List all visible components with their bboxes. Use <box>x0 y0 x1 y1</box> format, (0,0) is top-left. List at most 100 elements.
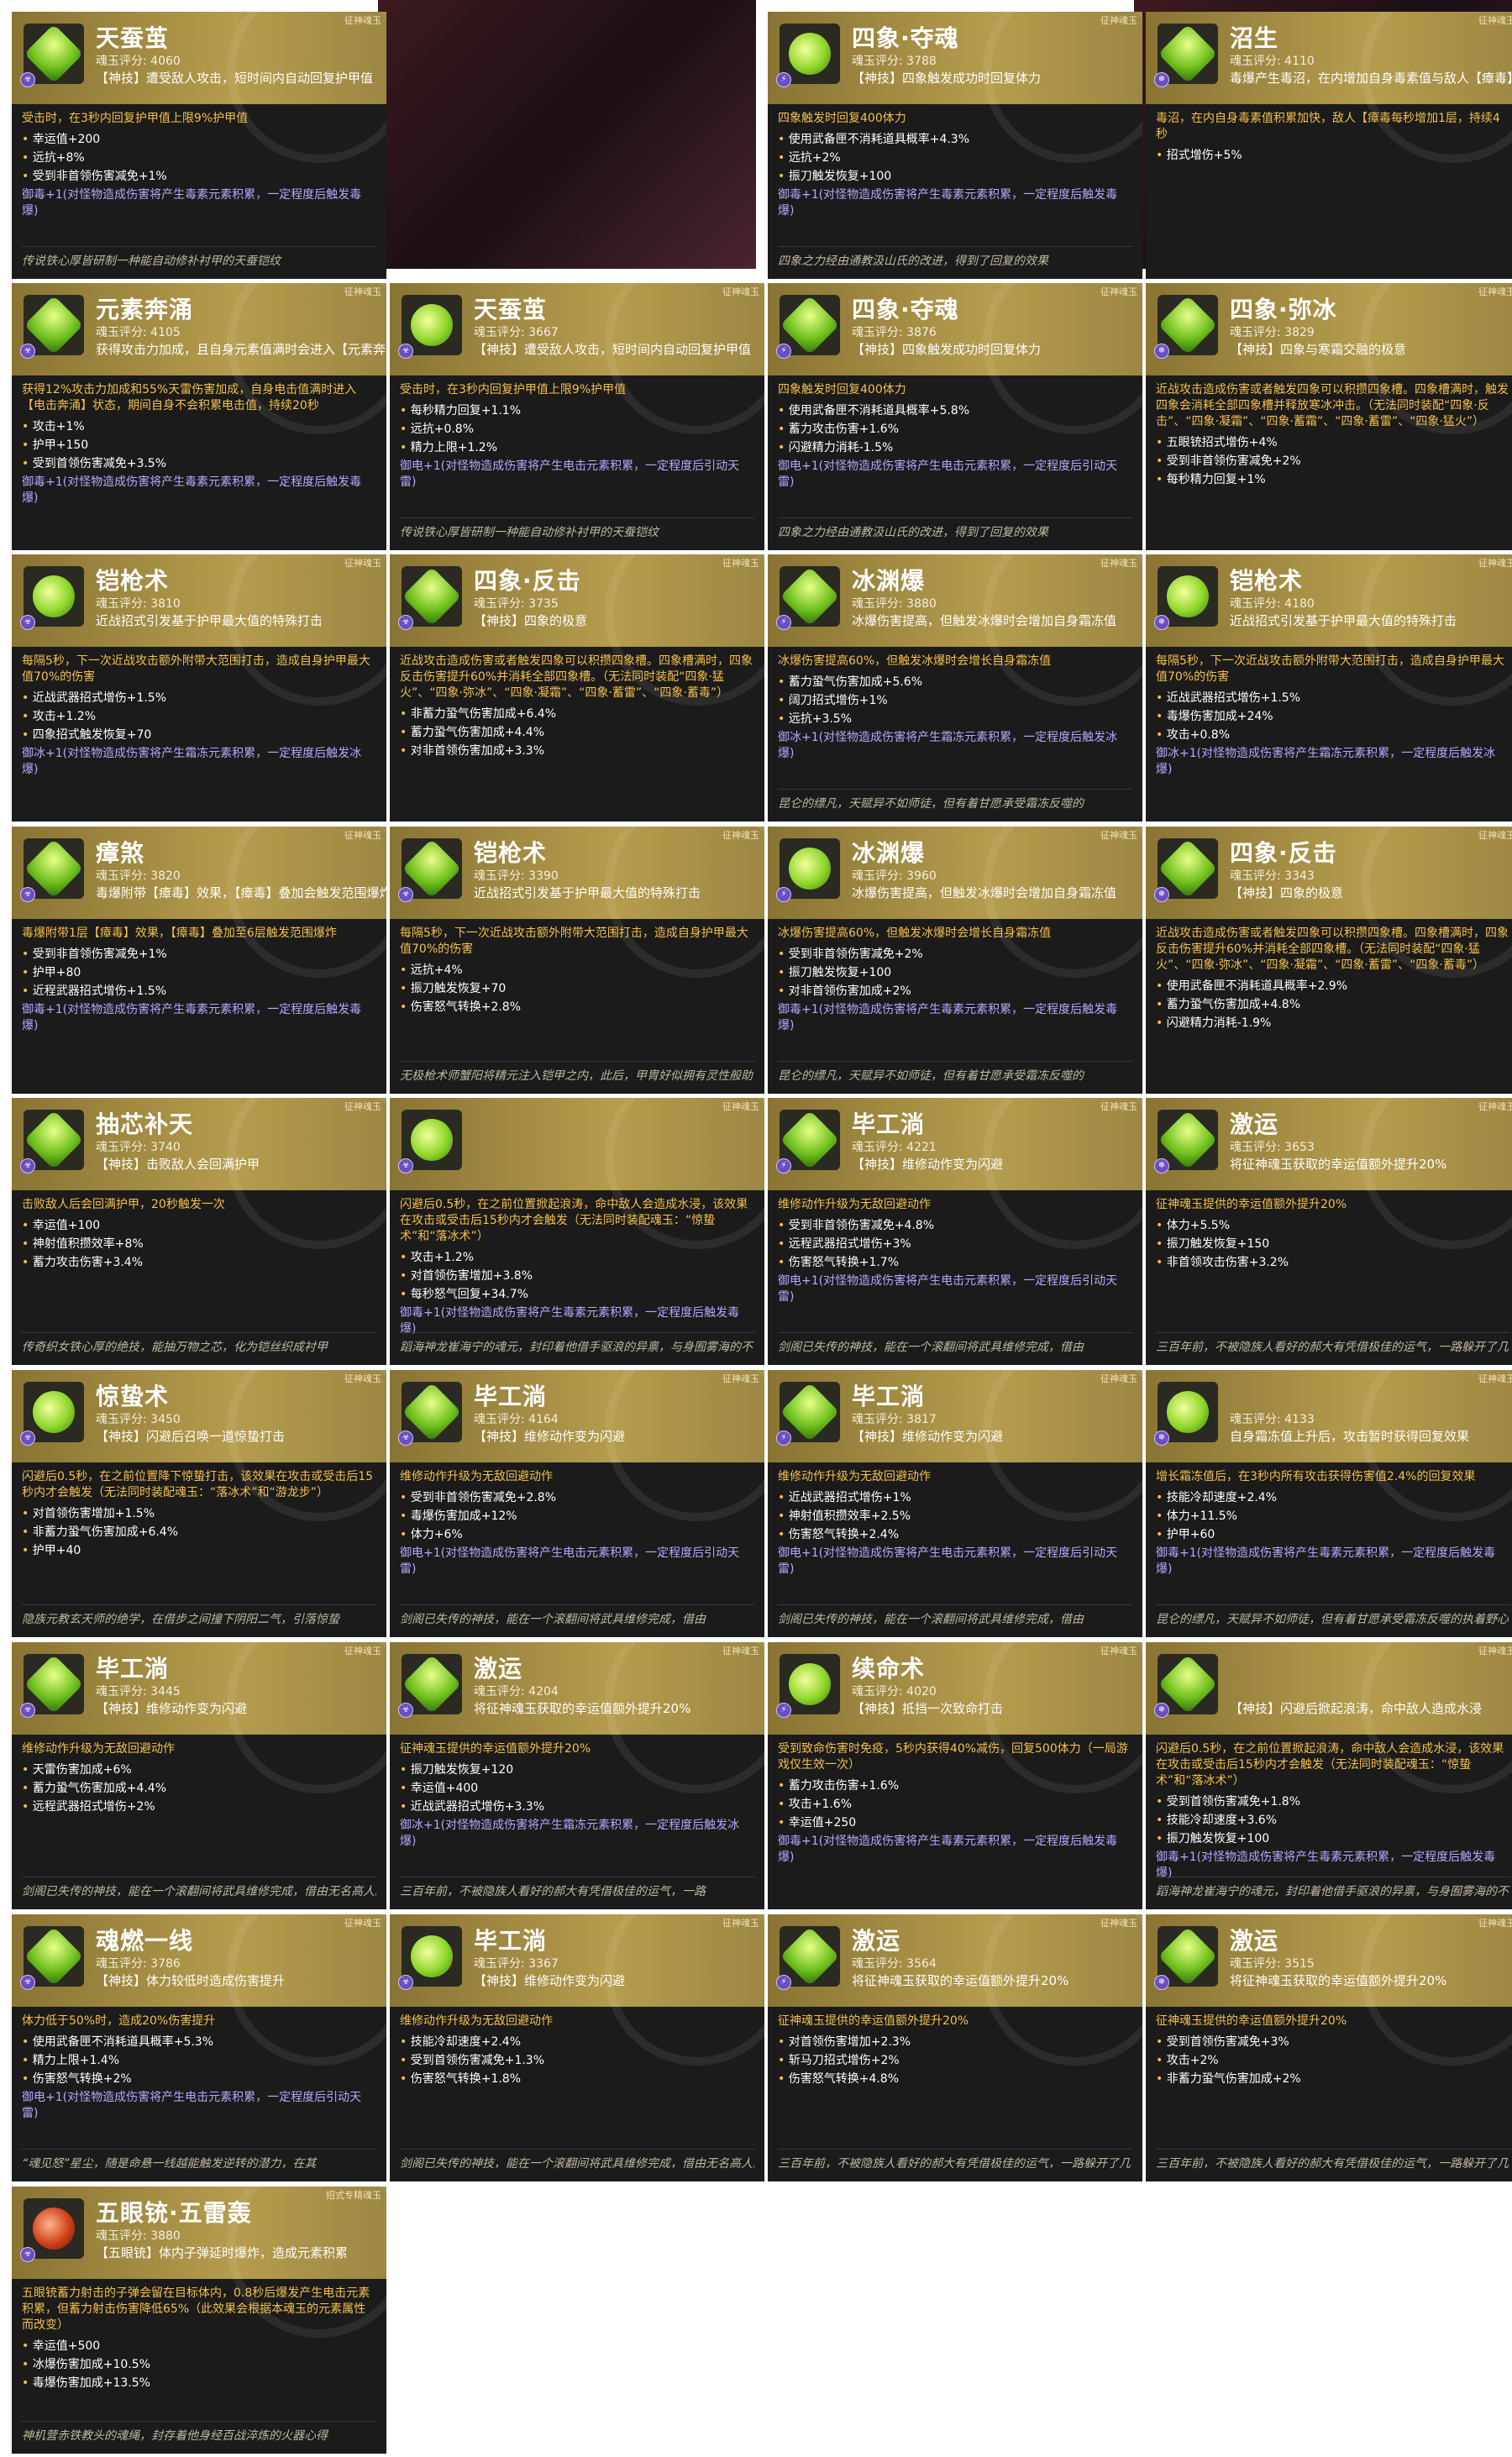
stat-line: 攻击+1.2% <box>400 1248 754 1267</box>
main-effect: 维修动作升级为无敌回避动作 <box>22 1742 175 1756</box>
main-effect: 增长霜冻值后，在3秒内所有攻击获得伤害值2.4%的回复效果 <box>1156 1470 1476 1483</box>
jade-skill: 【神技】维修动作变为闪避 <box>852 1429 1004 1444</box>
soul-jade-card[interactable]: ❄ 征神魂玉 激运 魂玉评分: 3515 将征神魂玉获取的幸运值额外提升20% … <box>1146 1914 1512 2181</box>
jade-score: 魂玉评分: 4180 <box>1230 597 1315 611</box>
jade-score: 魂玉评分: 3876 <box>852 326 937 339</box>
stat-line: 近战武器招式增伤+1% <box>778 1488 1132 1507</box>
jade-type-tag: 征神魂玉 <box>1100 15 1137 26</box>
stat-line: 攻击+1.2% <box>22 707 376 726</box>
jade-type-tag: 征神魂玉 <box>1100 830 1137 841</box>
stat-line: 近程武器招式增伤+1.5% <box>22 982 376 1000</box>
jade-name: 铠枪术 <box>474 839 548 867</box>
stat-line: 蓄力攻击伤害+1.6% <box>778 420 1132 438</box>
jade-type-tag: 征神魂玉 <box>1478 830 1512 841</box>
card-body: 每隔5秒，下一次近战攻击额外附带大范围打击，造成自身护甲最大值70%的伤害 远抗… <box>390 921 764 1016</box>
element-bonus: 御毒+1(对怪物造成伤害将产生毒素元素积累，一定程度后触发毒爆) <box>1156 1546 1496 1576</box>
soul-jade-card[interactable]: ❄ 征神魂玉 激运 魂玉评分: 3653 将征神魂玉获取的幸运值额外提升20% … <box>1146 1098 1512 1365</box>
jade-skill: 【神技】闪避后召唤一道惊蛰打击 <box>96 1429 286 1444</box>
jade-type-tag: 征神魂玉 <box>1478 558 1512 569</box>
soul-jade-card[interactable]: ☣ 征神魂玉 闪避后0.5秒，在之前位置掀起浪涛，命中敌人会造成水浸，该效果在攻… <box>390 1098 764 1365</box>
jade-skill: 【神技】抵挡一次致命打击 <box>852 1701 1004 1716</box>
soul-jade-card[interactable]: ☣ 征神魂玉 铠枪术 魂玉评分: 3390 近战招式引发基于护甲最大值的特殊打击… <box>390 827 764 1094</box>
stat-line: 使用武备匣不消耗道具概率+5.8% <box>778 402 1132 420</box>
stat-line: 受到非首领伤害减免+2.8% <box>400 1488 754 1507</box>
main-effect: 每隔5秒，下一次近战攻击额外附带大范围打击，造成自身护甲最大值70%的伤害 <box>22 654 370 684</box>
soul-jade-card[interactable]: ⚡ 征神魂玉 四象·夺魂 魂玉评分: 3876 【神技】四象触发成功时回复体力 … <box>768 283 1142 550</box>
soul-jade-card[interactable]: ⚡ 征神魂玉 四象·夺魂 魂玉评分: 3788 【神技】四象触发成功时回复体力 … <box>768 12 1142 279</box>
stat-line: 受到非首领伤害减免+2% <box>1156 452 1510 470</box>
card-body: 征神魂玉提供的幸运值额外提升20% 振刀触发恢复+120幸运值+400近战武器招… <box>390 1736 764 1850</box>
element-bonus: 御电+1(对怪物造成伤害将产生电击元素积累，一定程度后引动天雷) <box>778 1546 1118 1576</box>
soul-jade-card[interactable]: ☣ 征神魂玉 抽芯补天 魂玉评分: 3740 【神技】击败敌人会回满护甲 击败敌… <box>12 1098 386 1365</box>
soul-jade-card[interactable]: ☣ 征神魂玉 毕工淌 魂玉评分: 4164 【神技】维修动作变为闪避 维修动作升… <box>390 1370 764 1637</box>
flavor-text: 隐族元教玄天师的绝学，在借步之间撞下阴阳二气，引落惊蛰 <box>22 1604 376 1627</box>
jade-name: 铠枪术 <box>96 567 170 595</box>
soul-jade-card[interactable]: ☣ 征神魂玉 铠枪术 魂玉评分: 3810 近战招式引发基于护甲最大值的特殊打击… <box>12 554 386 822</box>
stat-line: 使用武备匣不消耗道具概率+4.3% <box>778 130 1132 149</box>
jade-skill: 冰爆伤害提高，但触发冰爆时会增加自身霜冻值 <box>852 613 1117 628</box>
soul-jade-card[interactable]: ☣ 征神魂玉 毕工淌 魂玉评分: 3367 【神技】维修动作变为闪避 维修动作升… <box>390 1914 764 2181</box>
soul-jade-card[interactable]: ⚡ 征神魂玉 毕工淌 魂玉评分: 4221 【神技】维修动作变为闪避 维修动作升… <box>768 1098 1142 1365</box>
soul-jade-card[interactable]: ☣ 征神魂玉 天蚕茧 魂玉评分: 4060 【神技】遭受敌人攻击，短时间内自动回… <box>12 12 386 279</box>
soul-jade-card[interactable]: ☣ 征神魂玉 天蚕茧 魂玉评分: 3667 【神技】遭受敌人攻击，短时间内自动回… <box>390 283 764 550</box>
soul-jade-card[interactable]: ☣ 征神魂玉 惊蛰术 魂玉评分: 3450 【神技】闪避后召唤一道惊蛰打击 闪避… <box>12 1370 386 1637</box>
soul-jade-card[interactable]: ⚡ 征神魂玉 冰渊爆 魂玉评分: 3880 冰爆伤害提高，但触发冰爆时会增加自身… <box>768 554 1142 822</box>
stat-line: 对首领伤害增加+1.5% <box>22 1504 376 1523</box>
element-icon: ❄ <box>1154 1703 1169 1718</box>
soul-jade-card[interactable]: ☣ 征神魂玉 元素奔涌 魂玉评分: 4105 获得攻击力加成，且自身元素值满时会… <box>12 283 386 550</box>
jade-score: 魂玉评分: 3445 <box>96 1685 181 1698</box>
jade-type-tag: 征神魂玉 <box>1478 1101 1512 1112</box>
stat-line: 幸运值+500 <box>22 2337 376 2355</box>
soul-jade-card[interactable]: ☣ 招式专精魂玉 五眼铳·五雷轰 魂玉评分: 3880 【五眼铳】体内子弹延时爆… <box>12 2187 386 2454</box>
soul-jade-card[interactable]: ❄ 征神魂玉 【神技】闪避后掀起浪涛，命中敌人造成水浸 闪避后0.5秒，在之前位… <box>1146 1642 1512 1909</box>
element-bonus: 御冰+1(对怪物造成伤害将产生霜冻元素积累，一定程度后触发冰爆) <box>1156 747 1496 776</box>
jade-name: 天蚕茧 <box>96 24 170 52</box>
soul-jade-card[interactable]: ☣ 征神魂玉 瘴煞 魂玉评分: 3820 毒爆附带【瘴毒】效果，【瘴毒】叠加会触… <box>12 827 386 1094</box>
main-effect: 近战攻击造成伤害或者触发四象可以积攒四象槽。四象槽满时，四象反击伤害提升60%并… <box>400 654 753 700</box>
main-effect: 近战攻击造成伤害或者触发四象可以积攒四象槽。四象槽满时，触发四象会消耗全部四象槽… <box>1156 383 1509 428</box>
stat-line: 体力+11.5% <box>1156 1507 1510 1525</box>
soul-jade-card[interactable]: ☣ 征神魂玉 魂燃一线 魂玉评分: 3786 【神技】体力较低时造成伤害提升 体… <box>12 1914 386 2181</box>
soul-jade-card[interactable]: ⚡ 征神魂玉 续命术 魂玉评分: 4020 【神技】抵挡一次致命打击 受到致命伤… <box>768 1642 1142 1909</box>
jade-skill: 【五眼铳】体内子弹延时爆炸，造成元素积累 <box>96 2245 349 2260</box>
flavor-text: 三百年前，不被隐族人看好的郝大有凭借极佳的运气，一路躲开了几位强大的敌人，最后竟… <box>778 2149 1132 2171</box>
soul-jade-card[interactable]: ⚡ 征神魂玉 冰渊爆 魂玉评分: 3960 冰爆伤害提高，但触发冰爆时会增加自身… <box>768 827 1142 1094</box>
soul-jade-card[interactable]: ❄ 征神魂玉 魂玉评分: 4133 自身霜冻值上升后，攻击暂时获得回复效果 增长… <box>1146 1370 1512 1637</box>
stat-line: 受到非首领伤害减免+4.8% <box>778 1216 1132 1235</box>
element-icon: ☣ <box>398 1158 413 1173</box>
card-body: 维修动作升级为无敌回避动作 受到非首领伤害减免+4.8%远程武器招式增伤+3%伤… <box>768 1192 1142 1305</box>
jade-name: 毕工淌 <box>852 1110 926 1138</box>
jade-score: 魂玉评分: 4133 <box>1230 1413 1315 1426</box>
element-icon: ⚡ <box>776 615 791 630</box>
card-body: 每隔5秒，下一次近战攻击额外附带大范围打击，造成自身护甲最大值70%的伤害 近战… <box>1146 648 1512 778</box>
flavor-text: 无极枪术师蟹阳将精元注入铠甲之内，此后，甲胄好似拥有灵性般助他暴战腥庭 <box>400 1061 754 1084</box>
soul-jade-card[interactable]: ❄ 征神魂玉 沼生 魂玉评分: 4110 毒爆产生毒沼，在内增加自身毒素值与敌人… <box>1146 12 1512 279</box>
jade-skill: 【神技】遭受敌人攻击，短时间内自动回复护甲值 <box>96 71 374 86</box>
element-icon: ☣ <box>20 1975 35 1990</box>
soul-jade-card[interactable]: ❄ 征神魂玉 铠枪术 魂玉评分: 4180 近战招式引发基于护甲最大值的特殊打击… <box>1146 554 1512 822</box>
stat-line: 体力+6% <box>400 1525 754 1544</box>
stat-line: 非蓄力蛩气伤害加成+2% <box>1156 2070 1510 2088</box>
flavor-text: 传说铁心厚皆研制一种能自动修补衬甲的天蚕铠纹 <box>400 517 754 540</box>
stat-line: 技能冷却速度+3.6% <box>1156 1811 1510 1830</box>
element-icon: ❄ <box>1154 72 1169 87</box>
soul-jade-card[interactable]: ❄ 征神魂玉 四象·反击 魂玉评分: 3343 【神技】四象的极意 近战攻击造成… <box>1146 827 1512 1094</box>
soul-jade-card[interactable]: ☣ 征神魂玉 四象·反击 魂玉评分: 3735 【神技】四象的极意 近战攻击造成… <box>390 554 764 822</box>
jade-type-tag: 征神魂玉 <box>1478 15 1512 26</box>
soul-jade-card[interactable]: ☣ 征神魂玉 激运 魂玉评分: 4204 将征神魂玉获取的幸运值额外提升20% … <box>390 1642 764 1909</box>
card-body: 四象触发时回复400体力 使用武备匣不消耗道具概率+5.8%蓄力攻击伤害+1.6… <box>768 377 1142 491</box>
stat-line: 攻击+1% <box>22 417 376 436</box>
element-bonus: 御毒+1(对怪物造成伤害将产生毒素元素积累，一定程度后触发毒爆) <box>778 1003 1118 1032</box>
stat-line: 闪避精力消耗-1.5% <box>778 438 1132 457</box>
stat-line: 受到首领伤害减免+3.5% <box>22 454 376 473</box>
jade-type-tag: 征神魂玉 <box>722 1101 759 1112</box>
stat-line: 蓄力蛩气伤害加成+4.4% <box>400 723 754 742</box>
soul-jade-card[interactable]: ⚡ 征神魂玉 毕工淌 魂玉评分: 3817 【神技】维修动作变为闪避 维修动作升… <box>768 1370 1142 1637</box>
stat-line: 远抗+3.5% <box>778 710 1132 728</box>
soul-jade-card[interactable]: ⚡ 征神魂玉 激运 魂玉评分: 3564 将征神魂玉获取的幸运值额外提升20% … <box>768 1914 1142 2181</box>
stat-line: 招式增伤+5% <box>1156 146 1510 165</box>
stat-line: 神射值积攒效率+8% <box>22 1235 376 1253</box>
soul-jade-card[interactable]: ☣ 征神魂玉 毕工淌 魂玉评分: 3445 【神技】维修动作变为闪避 维修动作升… <box>12 1642 386 1909</box>
element-icon: ☣ <box>20 2247 35 2262</box>
soul-jade-card[interactable]: ❄ 征神魂玉 四象·弥冰 魂玉评分: 3829 【神技】四象与寒霜交融的极意 近… <box>1146 283 1512 550</box>
